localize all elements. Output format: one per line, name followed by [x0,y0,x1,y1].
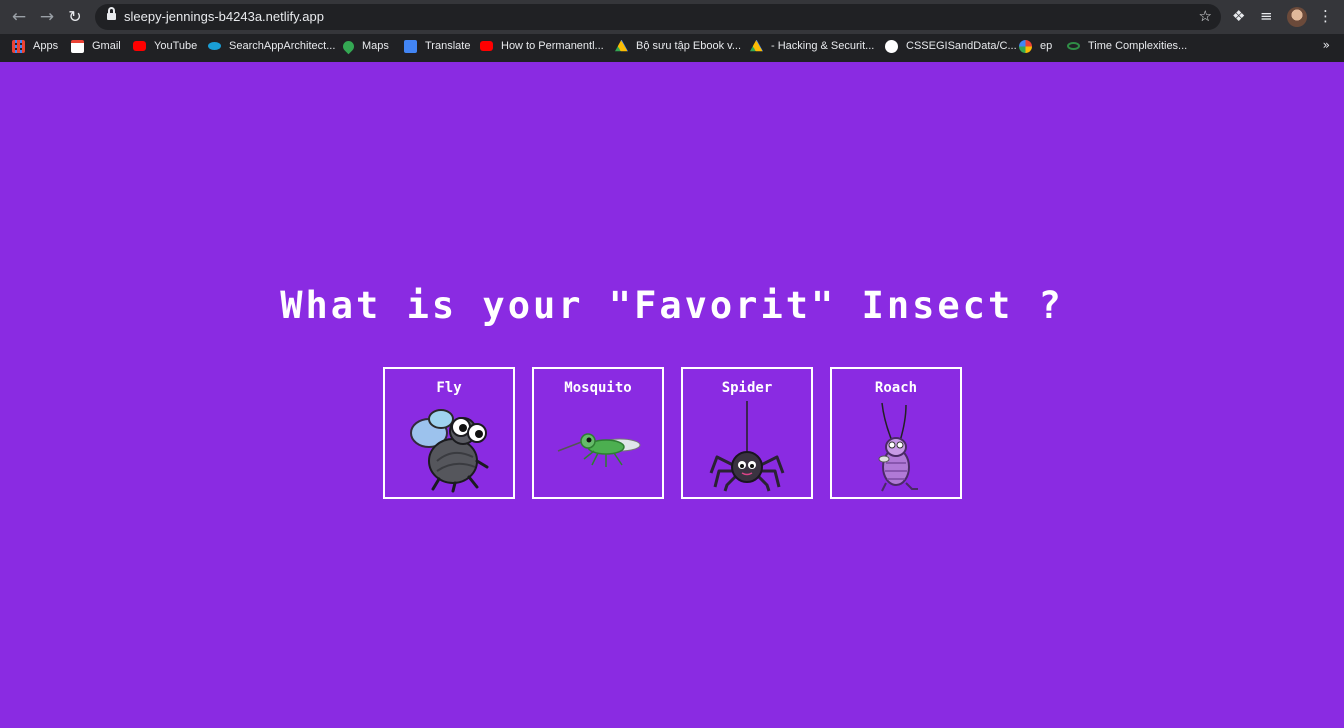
github-icon [885,39,898,53]
insect-card-spider[interactable]: Spider [681,367,813,499]
bookmark-label: CSSEGISandData/C... [906,40,1017,52]
bookmark-ep[interactable]: ep [1019,38,1052,54]
bookmark-gmail[interactable]: Gmail [71,38,121,54]
bookmark-searchapparchitect[interactable]: SearchAppArchitect... [208,38,335,54]
bookmark-label: Bộ sưu tập Ebook v... [636,40,741,52]
insect-choices: Fly Mosquito Spider Roach [383,367,962,499]
bookmark-label: - Hacking & Securit... [771,40,875,52]
browser-toolbar: ← → ↻ sleepy-jennings-b4243a.netlify.app… [0,0,1344,34]
insect-label: Mosquito [564,380,632,396]
bookmarks-bar: Apps Gmail YouTube SearchAppArchitect...… [0,34,1344,58]
bookmark-ebook[interactable]: Bộ sưu tập Ebook v... [615,38,741,54]
bookmark-label: Translate [425,40,471,52]
bookmark-translate[interactable]: Translate [404,38,470,54]
bookmark-cssegisanddata[interactable]: CSSEGISandData/C... [885,38,1017,54]
insect-card-mosquito[interactable]: Mosquito [532,367,664,499]
bookmarks-overflow-icon[interactable]: » [1323,38,1330,52]
insect-label: Spider [721,380,773,396]
profile-avatar[interactable] [1287,7,1307,27]
bookmark-label: YouTube [154,40,198,52]
insect-card-fly[interactable]: Fly [383,367,515,499]
bookmark-apps[interactable]: Apps [12,38,58,54]
gfg-icon [1067,42,1080,50]
media-queue-icon[interactable]: ≡ [1260,6,1273,26]
address-bar[interactable]: sleepy-jennings-b4243a.netlify.app ☆ [95,4,1221,30]
bookmark-time-complexities[interactable]: Time Complexities... [1067,38,1187,54]
bookmark-youtube[interactable]: YouTube [133,38,197,54]
bookmark-label: Apps [33,40,59,52]
url-text[interactable]: sleepy-jennings-b4243a.netlify.app [124,9,324,25]
reload-icon[interactable]: ↻ [65,7,85,27]
bookmark-star-icon[interactable]: ☆ [1199,7,1212,25]
roach-icon [878,402,918,492]
bookmark-label: Gmail [92,40,121,52]
insect-label: Roach [874,380,918,396]
drive-icon [750,39,763,52]
forward-arrow-icon[interactable]: → [37,7,57,27]
drive-icon [615,39,628,52]
youtube-icon [480,41,493,51]
bookmark-how-to-permanently[interactable]: How to Permanentl... [480,38,604,54]
bookmark-maps[interactable]: Maps [340,38,389,54]
browser-chrome: ← → ↻ sleepy-jennings-b4243a.netlify.app… [0,0,1344,62]
maps-icon [340,38,357,54]
mosquito-icon [557,433,641,467]
translate-icon [404,39,417,53]
page-title: What is your "Favorit" Insect ? [280,284,1064,327]
apps-grid-icon [12,39,25,53]
back-arrow-icon[interactable]: ← [9,7,29,27]
site-icon [208,42,221,50]
bookmark-label: How to Permanentl... [501,40,604,52]
gmail-icon [71,39,84,53]
extensions-puzzle-icon[interactable]: ❖ [1232,6,1245,26]
lock-icon [107,7,116,21]
spider-icon [709,401,785,492]
bookmark-label: SearchAppArchitect... [229,40,336,52]
kebab-menu-icon[interactable]: ⋮ [1318,6,1333,26]
google-icon [1019,39,1032,53]
bookmark-label: Maps [362,40,389,52]
fly-icon [410,409,489,493]
bookmark-label: ep [1040,40,1053,52]
bookmark-label: Time Complexities... [1088,40,1188,52]
insect-label: Fly [436,380,462,396]
youtube-icon [133,41,146,51]
bookmark-hacking-security[interactable]: - Hacking & Securit... [750,38,874,54]
insect-card-roach[interactable]: Roach [830,367,962,499]
